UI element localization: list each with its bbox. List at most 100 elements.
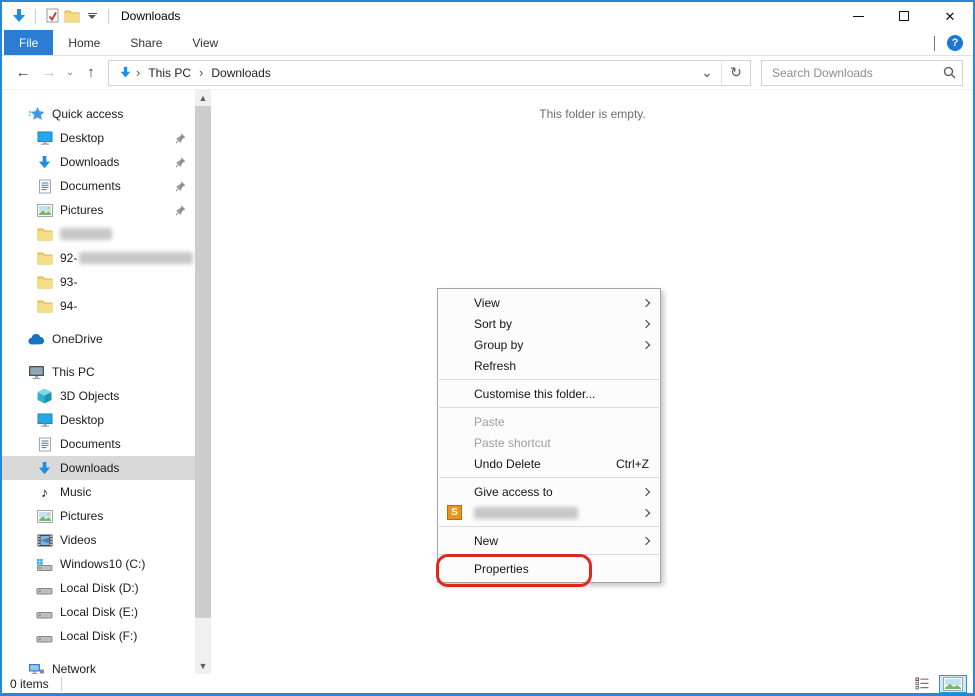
shadow-defender-icon: S — [447, 505, 462, 520]
scrollbar-thumb[interactable] — [195, 106, 211, 618]
menu-item-view[interactable]: View — [438, 292, 660, 313]
menu-item-sort-by[interactable]: Sort by — [438, 313, 660, 334]
pin-icon — [175, 181, 186, 192]
sidebar-item-label: Downloads — [60, 461, 119, 475]
tab-file[interactable]: File — [4, 30, 53, 55]
sidebar-item-desktop-qa[interactable]: Desktop — [2, 126, 195, 150]
sidebar-item-label: Pictures — [60, 203, 103, 217]
sidebar-item-3d-objects[interactable]: 3D Objects — [2, 384, 195, 408]
sidebar-item-disk-d[interactable]: Local Disk (D:) — [2, 576, 195, 600]
menu-item-label: New — [474, 534, 498, 548]
sidebar-item-onedrive[interactable]: OneDrive — [2, 327, 195, 351]
cube-icon — [36, 388, 53, 404]
qat-customize-dropdown-icon[interactable] — [82, 6, 102, 26]
search-input[interactable] — [770, 65, 943, 81]
menu-item-label: Properties — [474, 562, 529, 576]
sidebar-item-windows-c[interactable]: Windows10 (C:) — [2, 552, 195, 576]
menu-item-label: Undo Delete — [474, 457, 541, 471]
sidebar-item-desktop[interactable]: Desktop — [2, 408, 195, 432]
menu-item-paste-shortcut[interactable]: Paste shortcut — [438, 432, 660, 453]
sidebar-item-quick-access[interactable]: Quick access — [2, 102, 195, 126]
maximize-button[interactable] — [881, 2, 927, 30]
minimize-button[interactable] — [835, 2, 881, 30]
refresh-icon[interactable]: ↻ — [724, 61, 748, 85]
menu-item-refresh[interactable]: Refresh — [438, 355, 660, 376]
empty-folder-message: This folder is empty. — [212, 107, 973, 121]
sidebar-item-label: Music — [60, 485, 91, 499]
explorer-window: Downloads ✕ File Home Share View ? ← → ⌄… — [0, 0, 975, 696]
folder-icon — [36, 250, 53, 266]
menu-item-label: Sort by — [474, 317, 512, 331]
separator — [35, 9, 36, 24]
menu-item-label: Refresh — [474, 359, 516, 373]
titlebar: Downloads ✕ — [2, 2, 973, 30]
menu-item-redacted[interactable]: S — [438, 502, 660, 523]
star-icon — [28, 106, 45, 122]
help-icon[interactable]: ? — [947, 35, 963, 51]
menu-separator — [439, 407, 659, 408]
back-button[interactable]: ← — [10, 60, 36, 86]
sidebar-item-label: This PC — [52, 365, 95, 379]
address-bar[interactable]: › This PC › Downloads ⌄ ↻ — [108, 60, 751, 86]
navigation-pane: Quick access Desktop Downloads — [2, 90, 212, 674]
scroll-down-icon[interactable]: ▼ — [195, 658, 211, 674]
sidebar-item-this-pc[interactable]: This PC — [2, 360, 195, 384]
sidebar-item-pictures[interactable]: Pictures — [2, 504, 195, 528]
sidebar-item-folder-92[interactable]: 92- — [2, 246, 195, 270]
download-arrow-icon — [36, 460, 53, 476]
menu-item-label: Paste shortcut — [474, 436, 551, 450]
address-dropdown-icon[interactable]: ⌄ — [695, 61, 719, 85]
sidebar-item-disk-e[interactable]: Local Disk (E:) — [2, 600, 195, 624]
tab-share[interactable]: Share — [115, 30, 177, 55]
close-button[interactable]: ✕ — [927, 2, 973, 30]
breadcrumb-downloads[interactable]: Downloads — [204, 66, 277, 80]
menu-item-customise-folder[interactable]: Customise this folder... — [438, 383, 660, 404]
redacted-label — [474, 507, 578, 519]
sidebar-item-music[interactable]: ♪ Music — [2, 480, 195, 504]
sidebar-item-documents-qa[interactable]: Documents — [2, 174, 195, 198]
sidebar-item-label: 3D Objects — [60, 389, 119, 403]
menu-item-undo-delete[interactable]: Undo Delete Ctrl+Z — [438, 453, 660, 474]
sidebar-item-folder-93[interactable]: 93- — [2, 270, 195, 294]
forward-button[interactable]: → — [36, 60, 62, 86]
sidebar-item-disk-f[interactable]: Local Disk (F:) — [2, 624, 195, 648]
qat-new-folder-icon[interactable] — [62, 6, 82, 26]
sidebar-item-pictures-qa[interactable]: Pictures — [2, 198, 195, 222]
scroll-up-icon[interactable]: ▲ — [195, 90, 211, 106]
breadcrumb-this-pc[interactable]: This PC — [141, 66, 198, 80]
search-box — [761, 60, 963, 86]
sidebar-item-label: Pictures — [60, 509, 103, 523]
menu-item-paste[interactable]: Paste — [438, 411, 660, 432]
recent-locations-icon[interactable]: ⌄ — [62, 60, 78, 86]
sidebar-item-folder-94[interactable]: 94- — [2, 294, 195, 318]
downloads-folder-icon — [9, 6, 29, 26]
submenu-chevron-icon — [642, 298, 650, 306]
sidebar-item-label: Desktop — [60, 131, 104, 145]
video-icon — [36, 532, 53, 548]
sidebar-item-network[interactable]: Network — [2, 657, 195, 674]
tab-view[interactable]: View — [177, 30, 233, 55]
menu-item-properties[interactable]: Properties — [438, 558, 660, 579]
menu-item-label: View — [474, 296, 500, 310]
sidebar-scrollbar[interactable]: ▲ ▼ — [195, 90, 211, 674]
menu-item-new[interactable]: New — [438, 530, 660, 551]
thumbnail-view-button[interactable] — [939, 675, 967, 693]
sidebar-item-label: Desktop — [60, 413, 104, 427]
sidebar-item-label: 92- — [60, 251, 77, 265]
up-button[interactable]: ↑ — [78, 60, 104, 86]
sidebar-item-label: Documents — [60, 179, 121, 193]
sidebar-item-downloads[interactable]: Downloads — [2, 456, 195, 480]
tab-home[interactable]: Home — [53, 30, 115, 55]
menu-shortcut: Ctrl+Z — [616, 457, 652, 471]
sidebar-item-downloads-qa[interactable]: Downloads — [2, 150, 195, 174]
search-icon[interactable] — [943, 66, 956, 79]
minimize-ribbon-icon[interactable] — [934, 36, 935, 50]
sidebar-item-documents[interactable]: Documents — [2, 432, 195, 456]
menu-item-group-by[interactable]: Group by — [438, 334, 660, 355]
qat-properties-icon[interactable] — [42, 6, 62, 26]
desktop-icon — [36, 412, 53, 428]
sidebar-item-folder-redacted[interactable] — [2, 222, 195, 246]
details-view-button[interactable] — [911, 675, 934, 692]
sidebar-item-videos[interactable]: Videos — [2, 528, 195, 552]
menu-item-give-access-to[interactable]: Give access to — [438, 481, 660, 502]
